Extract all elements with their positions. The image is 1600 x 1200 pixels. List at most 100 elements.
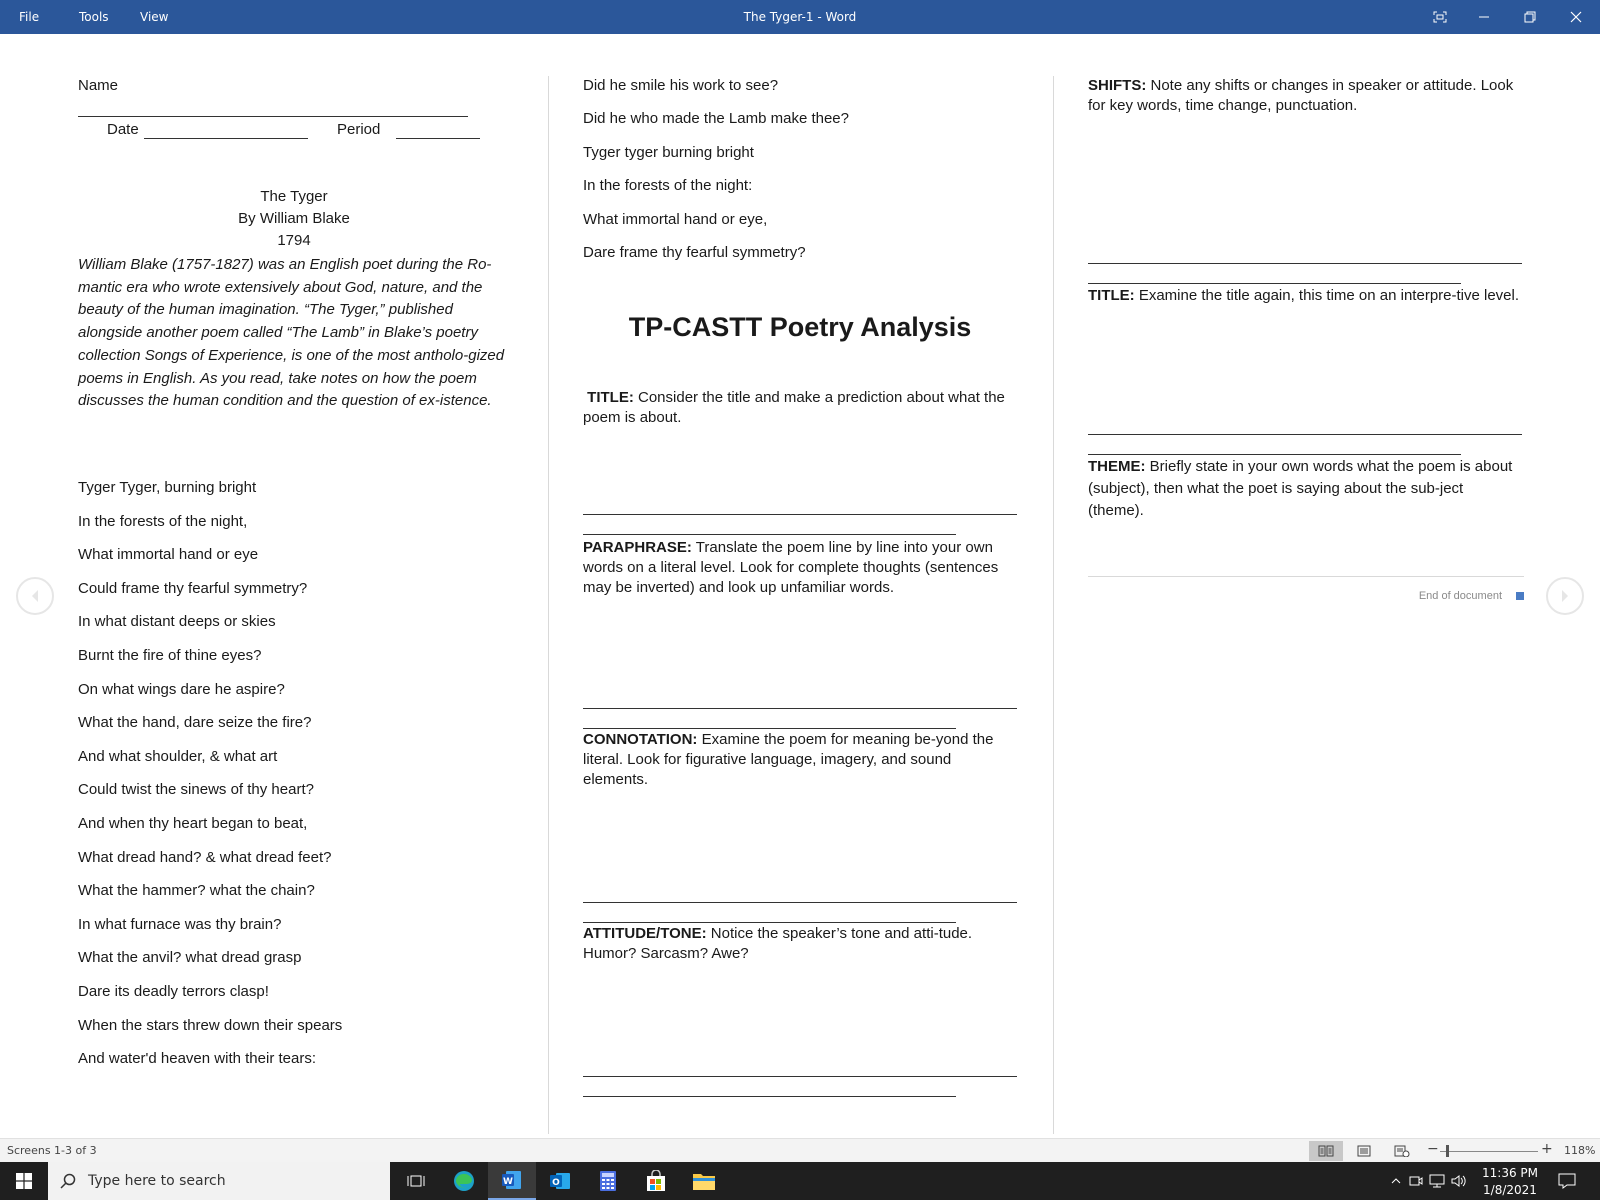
web-layout-button[interactable] xyxy=(1385,1141,1419,1161)
connotation-label: CONNOTATION: xyxy=(583,731,698,748)
close-icon xyxy=(1570,11,1582,23)
shifts-text: Note any shifts or changes in speaker or… xyxy=(1088,77,1514,114)
screen-3: SHIFTS: Note any shifts or changes in sp… xyxy=(1088,76,1524,1136)
zoom-slider-track[interactable] xyxy=(1440,1151,1538,1152)
next-screen-button[interactable] xyxy=(1546,577,1584,615)
system-clock[interactable]: 11:36 PM 1/8/2021 xyxy=(1482,1165,1538,1199)
analysis-heading: TP-CASTT Poetry Analysis xyxy=(628,312,972,342)
answer-line xyxy=(583,902,1017,903)
shifts-label: SHIFTS: xyxy=(1088,77,1147,94)
print-layout-icon xyxy=(1357,1145,1371,1157)
title-prompt: TITLE: Consider the title and make a pre… xyxy=(583,388,1017,428)
poem-line: In what furnace was thy brain? xyxy=(78,915,282,933)
answer-line xyxy=(1088,263,1522,264)
menu-file[interactable]: File xyxy=(19,0,39,34)
date-blank-line xyxy=(144,138,308,139)
show-hidden-icons-button[interactable] xyxy=(1386,1162,1406,1200)
poem-author: By William Blake xyxy=(238,210,350,227)
screen-1: Name Date Period The Tyger By William Bl… xyxy=(78,76,510,1136)
minimize-icon xyxy=(1479,16,1489,18)
answer-line xyxy=(583,922,956,923)
read-mode-button[interactable] xyxy=(1309,1141,1343,1161)
menu-view[interactable]: View xyxy=(140,0,168,34)
answer-line xyxy=(1088,434,1522,435)
poem-line: When the stars threw down their spears xyxy=(78,1016,343,1034)
answer-line xyxy=(583,534,956,535)
title-again-text: Examine the title again, this time on an… xyxy=(1134,287,1520,304)
calculator-taskbar-button[interactable] xyxy=(584,1162,632,1200)
poem-line: And water'd heaven with their tears: xyxy=(78,1050,316,1068)
taskbar-search-box[interactable]: Type here to search xyxy=(48,1162,390,1200)
period-label: Period xyxy=(337,121,381,138)
print-layout-button[interactable] xyxy=(1347,1141,1381,1161)
outlook-icon: O xyxy=(550,1173,570,1189)
date-label: Date xyxy=(107,121,139,138)
name-label: Name xyxy=(78,77,119,94)
file-explorer-taskbar-button[interactable] xyxy=(680,1162,728,1200)
zoom-in-button[interactable]: + xyxy=(1541,1141,1553,1157)
poem-year: 1794 xyxy=(277,232,311,249)
answer-line xyxy=(583,708,1017,709)
poem-line: Tyger tyger burning bright xyxy=(583,143,754,161)
speaker-icon xyxy=(1451,1175,1466,1187)
web-layout-icon xyxy=(1394,1145,1410,1157)
camera-icon xyxy=(1409,1176,1423,1186)
word-window: File Tools View The Tyger-1 - Word Name xyxy=(0,0,1600,1200)
read-mode-icon xyxy=(1318,1145,1334,1157)
word-icon: W xyxy=(502,1171,521,1189)
poem-line: Dare frame thy fearful symmetry? xyxy=(583,244,806,261)
volume-button[interactable] xyxy=(1448,1162,1470,1200)
calculator-icon xyxy=(600,1171,616,1191)
svg-text:W: W xyxy=(503,1177,513,1187)
minimize-button[interactable] xyxy=(1461,0,1507,34)
store-taskbar-button[interactable] xyxy=(632,1162,680,1200)
poem-line: What the hand, dare seize the fire? xyxy=(78,714,312,732)
poem-line: What the anvil? what dread grasp xyxy=(78,949,302,967)
chevron-up-icon xyxy=(1391,1178,1401,1184)
focus-mode-button[interactable] xyxy=(1417,0,1463,34)
attitude-label: ATTITUDE/TONE: xyxy=(583,925,707,942)
title-bar: File Tools View The Tyger-1 - Word xyxy=(0,0,1600,34)
close-button[interactable] xyxy=(1553,0,1599,34)
paraphrase-label: PARAPHRASE: xyxy=(583,539,692,556)
zoom-level[interactable]: 118% xyxy=(1564,1144,1595,1157)
restore-button[interactable] xyxy=(1507,0,1553,34)
end-of-document: End of document xyxy=(1419,590,1524,602)
answer-line xyxy=(583,1076,1017,1077)
word-taskbar-button[interactable]: W xyxy=(488,1162,536,1200)
end-marker-icon xyxy=(1516,592,1524,600)
taskbar: Type here to search W O 11:36 PM 1/8/202… xyxy=(0,1162,1600,1200)
title-again-prompt: TITLE: Examine the title again, this tim… xyxy=(1088,286,1522,306)
meet-now-button[interactable] xyxy=(1406,1162,1426,1200)
store-icon xyxy=(647,1170,665,1191)
notifications-button[interactable] xyxy=(1550,1162,1584,1200)
edge-icon xyxy=(454,1171,474,1191)
poem-line: On what wings dare he aspire? xyxy=(78,680,285,698)
poem-line: In the forests of the night: xyxy=(583,177,753,195)
document-area[interactable]: Name Date Period The Tyger By William Bl… xyxy=(0,34,1600,1138)
poem-introduction: William Blake (1757-1827) was an English… xyxy=(78,256,505,410)
period-blank-line xyxy=(396,138,480,139)
title-again-label: TITLE: xyxy=(1088,287,1135,304)
shifts-prompt: SHIFTS: Note any shifts or changes in sp… xyxy=(1088,76,1522,116)
theme-label: THEME: xyxy=(1088,458,1146,475)
poem-line: What immortal hand or eye, xyxy=(583,210,768,228)
network-button[interactable] xyxy=(1426,1162,1448,1200)
previous-screen-button[interactable] xyxy=(16,577,54,615)
poem-line: Did he who made the Lamb make thee? xyxy=(583,110,849,128)
poem-title: The Tyger xyxy=(260,188,328,205)
menu-tools[interactable]: Tools xyxy=(79,0,109,34)
end-of-document-label: End of document xyxy=(1418,590,1502,602)
poem-line: Tyger Tyger, burning bright xyxy=(78,479,257,496)
zoom-slider-thumb[interactable] xyxy=(1446,1145,1449,1157)
answer-line xyxy=(583,728,956,729)
zoom-out-button[interactable]: − xyxy=(1427,1141,1439,1157)
start-button[interactable] xyxy=(0,1162,48,1200)
paraphrase-prompt: PARAPHRASE: Translate the poem line by l… xyxy=(583,538,1017,598)
task-view-button[interactable] xyxy=(392,1162,440,1200)
edge-taskbar-button[interactable] xyxy=(440,1162,488,1200)
column-divider xyxy=(1053,76,1054,1134)
poem-line: What dread hand? & what dread feet? xyxy=(78,848,332,866)
outlook-taskbar-button[interactable]: O xyxy=(536,1162,584,1200)
poem-line: And what shoulder, & what art xyxy=(78,747,278,765)
